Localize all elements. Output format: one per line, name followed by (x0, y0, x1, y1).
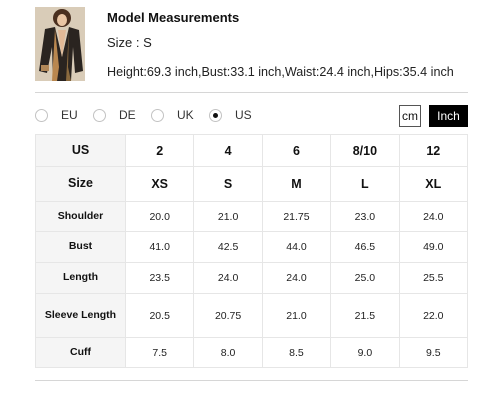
region-label: UK (177, 108, 194, 122)
table-cell: 20.75 (193, 293, 263, 338)
model-photo (35, 7, 85, 81)
radio-button-selected[interactable] (209, 108, 222, 122)
table-header-cell: L (330, 166, 400, 202)
radio-button[interactable] (35, 108, 48, 122)
table-header-cell: 4 (193, 134, 263, 167)
region-option-uk[interactable]: UK (151, 108, 194, 122)
divider (35, 92, 468, 93)
size-chart-table: US 2 4 6 8/10 12 Size XS S M L XL Should… (35, 134, 469, 368)
table-cell: 42.5 (193, 231, 263, 263)
table-cell: 21.75 (261, 201, 332, 232)
row-label: Sleeve Length (35, 293, 126, 338)
table-header-cell: M (261, 166, 332, 202)
table-row: Cuff 7.5 8.0 8.5 9.0 9.5 (35, 337, 469, 368)
cm-unit-button[interactable]: cm (399, 105, 421, 127)
table-cell: 9.5 (398, 337, 469, 368)
model-size: Size : S (107, 35, 152, 50)
table-cell: 25.5 (398, 262, 469, 294)
region-label: US (235, 108, 252, 122)
table-cell: 49.0 (398, 231, 469, 263)
radio-button[interactable] (93, 108, 106, 122)
table-cell: 9.0 (330, 337, 400, 368)
inch-unit-button[interactable]: Inch (429, 105, 468, 127)
table-header-us-row: US 2 4 6 8/10 12 (35, 134, 469, 167)
model-stats: Height:69.3 inch,Bust:33.1 inch,Waist:24… (107, 65, 454, 79)
divider (35, 380, 468, 381)
table-cell: 7.5 (124, 337, 195, 368)
table-header-cell: XL (398, 166, 469, 202)
table-cell: 24.0 (398, 201, 469, 232)
table-header-cell: US (35, 134, 126, 167)
table-cell: 44.0 (261, 231, 332, 263)
table-cell: 41.0 (124, 231, 195, 263)
table-cell: 23.5 (124, 262, 195, 294)
region-option-us[interactable]: US (209, 108, 252, 122)
region-option-de[interactable]: DE (93, 108, 136, 122)
model-measurements-title: Model Measurements (107, 10, 240, 25)
region-label: EU (61, 108, 78, 122)
table-header-cell: 12 (398, 134, 469, 167)
table-header-cell: 2 (124, 134, 195, 167)
table-header-cell: S (193, 166, 263, 202)
table-cell: 20.0 (124, 201, 195, 232)
table-cell: 21.0 (193, 201, 263, 232)
row-label: Bust (35, 231, 126, 263)
row-label: Shoulder (35, 201, 126, 232)
table-cell: 23.0 (330, 201, 400, 232)
table-cell: 20.5 (124, 293, 195, 338)
row-label: Length (35, 262, 126, 294)
table-cell: 21.0 (261, 293, 332, 338)
region-label: DE (119, 108, 136, 122)
table-header-cell: Size (35, 166, 126, 202)
table-row: Length 23.5 24.0 24.0 25.0 25.5 (35, 262, 469, 294)
table-header-cell: 8/10 (330, 134, 400, 167)
table-cell: 21.5 (330, 293, 400, 338)
table-cell: 8.5 (261, 337, 332, 368)
table-row: Bust 41.0 42.5 44.0 46.5 49.0 (35, 231, 469, 263)
table-cell: 25.0 (330, 262, 400, 294)
size-options-bar: EU DE UK US cm Inch (35, 105, 468, 127)
table-cell: 24.0 (193, 262, 263, 294)
table-header-cell: XS (124, 166, 195, 202)
table-cell: 24.0 (261, 262, 332, 294)
region-option-eu[interactable]: EU (35, 108, 78, 122)
radio-button[interactable] (151, 108, 164, 122)
table-row: Shoulder 20.0 21.0 21.75 23.0 24.0 (35, 201, 469, 232)
row-label: Cuff (35, 337, 126, 368)
table-cell: 8.0 (193, 337, 263, 368)
table-cell: 46.5 (330, 231, 400, 263)
table-header-size-row: Size XS S M L XL (35, 166, 469, 202)
table-row: Sleeve Length 20.5 20.75 21.0 21.5 22.0 (35, 293, 469, 338)
table-cell: 22.0 (398, 293, 469, 338)
table-header-cell: 6 (261, 134, 332, 167)
